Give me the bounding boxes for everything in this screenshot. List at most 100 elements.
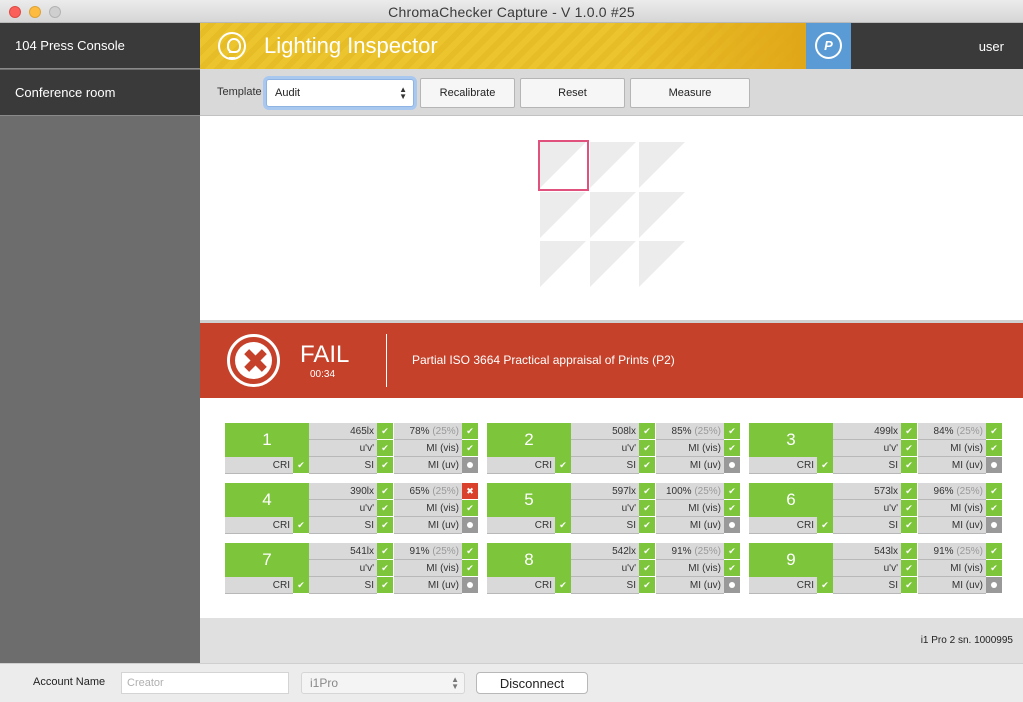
target-patch[interactable]: [639, 192, 685, 238]
sidebar-item-conference-room[interactable]: Conference room: [0, 70, 200, 116]
patch-result-card[interactable]: 4 390lx ✔ 65% (25%) ✖ u'v' ✔ MI (vis) ✔ CRI ✔ SI ✔ MI…: [225, 483, 478, 534]
target-patch[interactable]: [590, 142, 636, 188]
check-icon: ✔: [377, 423, 393, 439]
patch-result-card[interactable]: 2 508lx ✔ 85% (25%) ✔ u'v' ✔ MI (vis) ✔ CRI ✔ SI ✔ MI…: [487, 423, 740, 474]
uv-label: u'v': [833, 440, 901, 457]
check-icon: ✔: [817, 517, 833, 533]
check-icon: ✔: [639, 500, 655, 516]
si-label: SI: [309, 457, 377, 474]
si-label: SI: [833, 577, 901, 594]
cri-label: CRI: [225, 517, 293, 534]
patch-result-card[interactable]: 3 499lx ✔ 84% (25%) ✔ u'v' ✔ MI (vis) ✔ CRI ✔ SI ✔ MI…: [749, 423, 1002, 474]
check-icon: ✔: [901, 577, 917, 593]
uv-label: u'v': [833, 560, 901, 577]
check-icon: ✔: [377, 517, 393, 533]
updown-arrows-icon: ▲ ▼: [399, 85, 407, 101]
mi-uv-label: MI (uv): [918, 577, 986, 594]
check-icon: ✔: [901, 517, 917, 533]
sidebar-item-press-console[interactable]: 104 Press Console: [0, 23, 200, 69]
check-icon: ✔: [724, 500, 740, 516]
window-title: ChromaChecker Capture - V 1.0.0 #25: [388, 4, 635, 20]
patch-result-card[interactable]: 9 543lx ✔ 91% (25%) ✔ u'v' ✔ MI (vis) ✔ CRI ✔ SI ✔ MI…: [749, 543, 1002, 594]
reset-button[interactable]: Reset: [520, 78, 625, 108]
patch-result-card[interactable]: 1 465lx ✔ 78% (25%) ✔ u'v' ✔ MI (vis) ✔ CRI ✔ SI ✔ MI…: [225, 423, 478, 474]
uv-label: u'v': [309, 500, 377, 517]
check-icon: ✔: [986, 500, 1002, 516]
mi-vis-label: MI (vis): [394, 500, 462, 517]
si-label: SI: [571, 517, 639, 534]
si-label: SI: [309, 517, 377, 534]
check-icon: ✔: [639, 517, 655, 533]
uniformity-value: 84% (25%): [918, 423, 986, 440]
toolbar: Template Audit ▲ ▼ Recalibrate Reset Meas…: [200, 69, 1023, 116]
check-icon: ✔: [724, 483, 740, 499]
template-select[interactable]: Audit ▲ ▼: [266, 79, 414, 107]
check-icon: ✔: [639, 457, 655, 473]
check-icon: ✔: [986, 423, 1002, 439]
account-name-input[interactable]: Creator: [121, 672, 289, 694]
check-icon: ✔: [901, 457, 917, 473]
check-icon: ✔: [462, 500, 478, 516]
recalibrate-button[interactable]: Recalibrate: [420, 78, 515, 108]
check-icon: ✔: [293, 517, 309, 533]
check-icon: ✔: [639, 483, 655, 499]
check-icon: ✔: [639, 440, 655, 456]
device-select[interactable]: i1Pro ▲ ▼: [301, 672, 465, 694]
cri-label: CRI: [487, 577, 555, 594]
target-patch[interactable]: [540, 241, 586, 287]
uniformity-value: 96% (25%): [918, 483, 986, 500]
check-icon: ✔: [555, 517, 571, 533]
uv-label: u'v': [571, 560, 639, 577]
neutral-dot-icon: [986, 457, 1002, 473]
lux-value: 597lx: [571, 483, 639, 500]
disconnect-button[interactable]: Disconnect: [476, 672, 588, 694]
measure-button[interactable]: Measure: [630, 78, 750, 108]
si-label: SI: [309, 577, 377, 594]
si-label: SI: [833, 517, 901, 534]
mi-uv-label: MI (uv): [918, 457, 986, 474]
check-icon: ✔: [377, 500, 393, 516]
device-select-value: i1Pro: [310, 676, 339, 690]
check-icon: ✔: [901, 500, 917, 516]
lux-value: 499lx: [833, 423, 901, 440]
lightbulb-icon: [218, 32, 246, 60]
p-logo-button[interactable]: P: [806, 23, 851, 69]
check-icon: ✔: [293, 457, 309, 473]
neutral-dot-icon: [462, 577, 478, 593]
result-status: FAIL: [300, 341, 350, 368]
target-patch[interactable]: [590, 241, 636, 287]
uv-label: u'v': [571, 440, 639, 457]
uniformity-value: 100% (25%): [656, 483, 724, 500]
target-patch[interactable]: [540, 192, 586, 238]
check-icon: ✔: [817, 577, 833, 593]
patch-result-card[interactable]: 7 541lx ✔ 91% (25%) ✔ u'v' ✔ MI (vis) ✔ CRI ✔ SI ✔ MI…: [225, 543, 478, 594]
neutral-dot-icon: [462, 517, 478, 533]
neutral-dot-icon: [724, 577, 740, 593]
status-strip: i1 Pro 2 sn. 1000995: [200, 618, 1023, 663]
cri-label: CRI: [225, 577, 293, 594]
fail-x-icon: [227, 334, 280, 387]
patch-result-card[interactable]: 5 597lx ✔ 100% (25%) ✔ u'v' ✔ MI (vis) ✔ CRI ✔ SI ✔ M…: [487, 483, 740, 534]
patch-number: 6: [749, 483, 833, 517]
fail-x-icon: ✖: [462, 483, 478, 499]
updown-arrows-icon: ▲ ▼: [451, 675, 459, 691]
account-name-label: Account Name: [33, 676, 106, 688]
cri-label: CRI: [487, 517, 555, 534]
uniformity-value: 85% (25%): [656, 423, 724, 440]
check-icon: ✔: [462, 560, 478, 576]
check-icon: ✔: [462, 423, 478, 439]
patch-result-card[interactable]: 8 542lx ✔ 91% (25%) ✔ u'v' ✔ MI (vis) ✔ CRI ✔ SI ✔ MI…: [487, 543, 740, 594]
check-icon: ✔: [293, 577, 309, 593]
patch-result-card[interactable]: 6 573lx ✔ 96% (25%) ✔ u'v' ✔ MI (vis) ✔ CRI ✔ SI ✔ MI…: [749, 483, 1002, 534]
target-patch[interactable]: [639, 142, 685, 188]
cri-label: CRI: [487, 457, 555, 474]
window-titlebar: ChromaChecker Capture - V 1.0.0 #25: [0, 0, 1023, 23]
neutral-dot-icon: [724, 517, 740, 533]
check-icon: ✔: [462, 543, 478, 559]
target-patch[interactable]: [590, 192, 636, 238]
target-patch[interactable]: [639, 241, 685, 287]
check-icon: ✔: [986, 440, 1002, 456]
user-menu[interactable]: user: [851, 23, 1023, 69]
selected-patch-outline: [538, 140, 589, 191]
check-icon: ✔: [377, 483, 393, 499]
